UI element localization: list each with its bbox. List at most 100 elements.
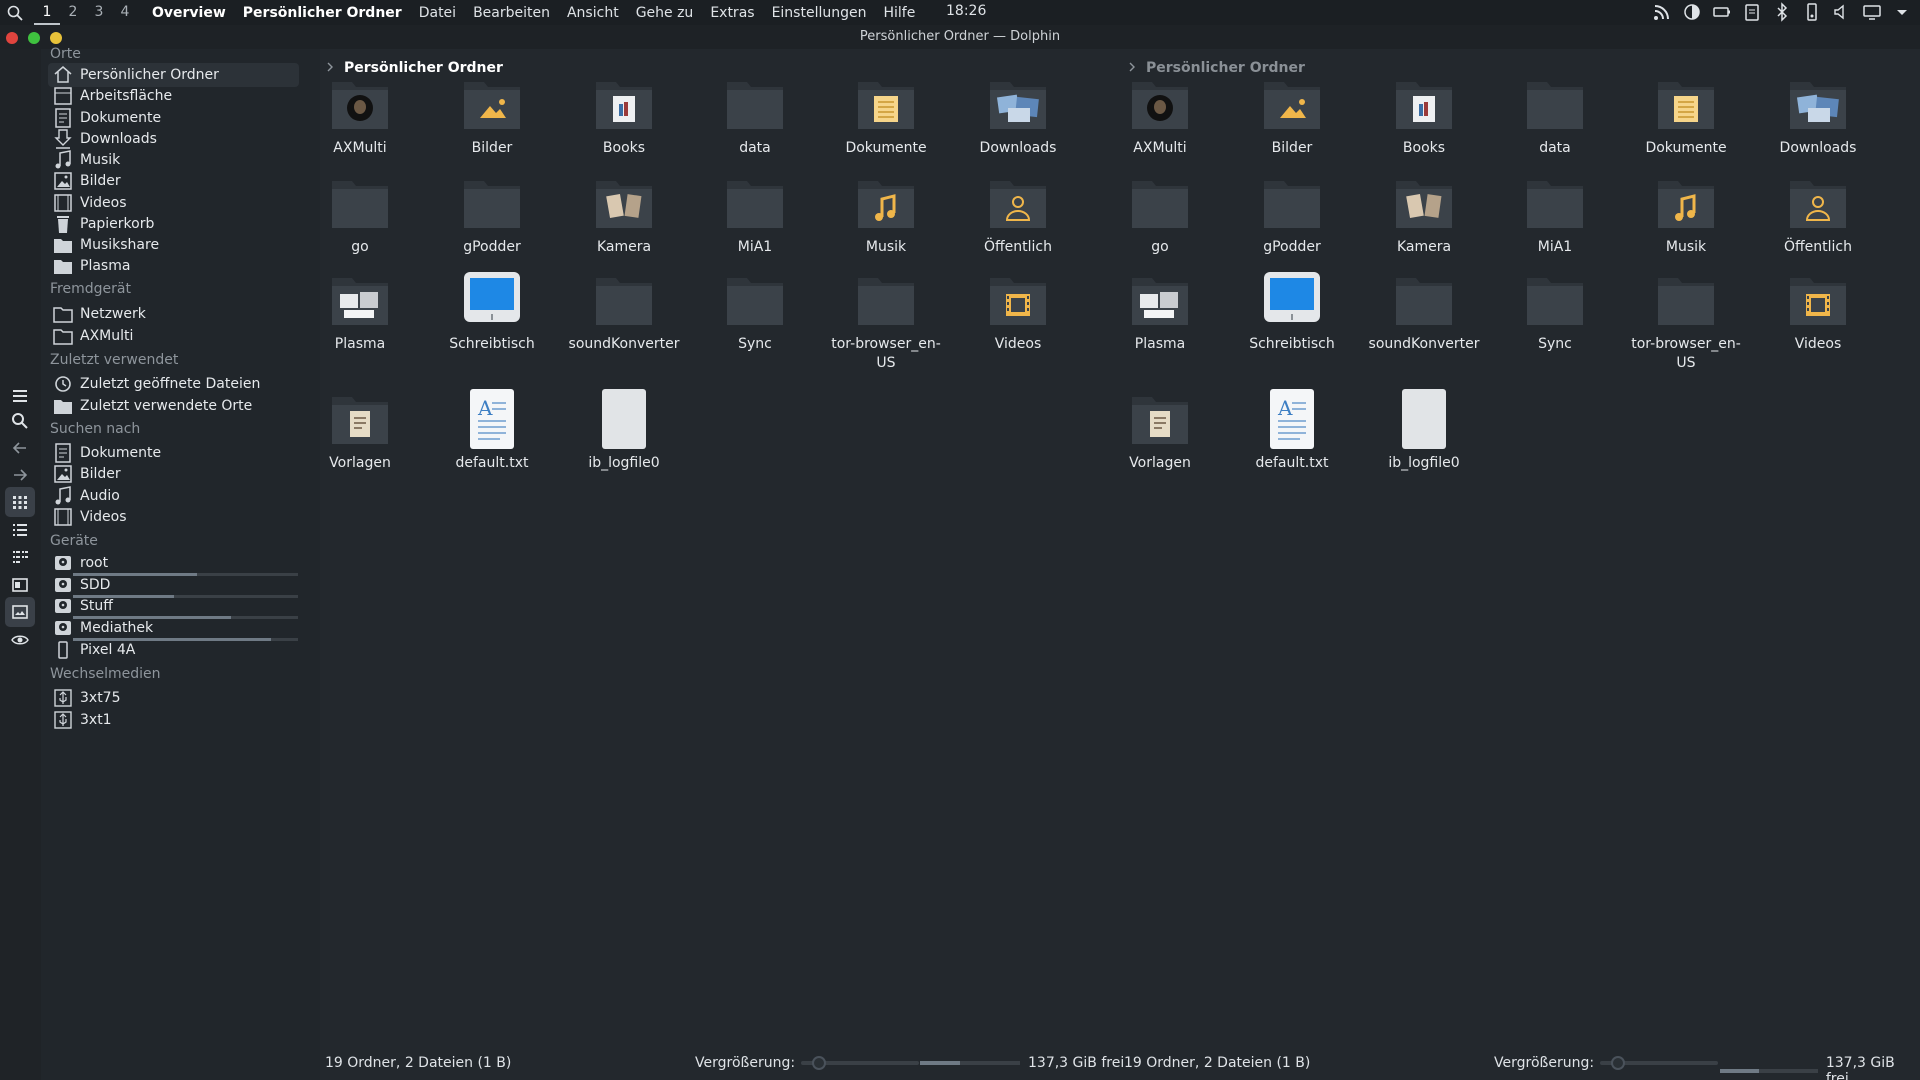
file-item[interactable]: Plasma	[298, 268, 422, 354]
zoom-slider-handle[interactable]	[811, 1056, 826, 1070]
left-pane[interactable]: Persönlicher Ordner AXMulti Bilder Books dat…	[320, 49, 1120, 1080]
compact-view-button[interactable]	[5, 542, 35, 572]
usb-device-icon[interactable]	[1802, 2, 1822, 26]
menu-item[interactable]: Hilfe	[883, 5, 915, 21]
file-item[interactable]: Books	[1362, 72, 1486, 158]
file-item[interactable]: Kamera	[562, 171, 686, 257]
file-item[interactable]: Videos	[1756, 268, 1880, 354]
file-item[interactable]: Adefault.txt	[1230, 387, 1354, 473]
menu-item[interactable]: Gehe zu	[636, 5, 694, 21]
file-item[interactable]: Dokumente	[824, 72, 948, 158]
file-item[interactable]: Musik	[824, 171, 948, 257]
file-item[interactable]: Books	[562, 72, 686, 158]
sidebar-item[interactable]: AXMulti	[48, 324, 299, 348]
sidebar-item[interactable]: Netzwerk	[48, 302, 299, 326]
file-item[interactable]: Öffentlich	[956, 171, 1080, 257]
file-item[interactable]: go	[1098, 171, 1222, 257]
zoom-slider-handle[interactable]	[1610, 1056, 1625, 1070]
file-item[interactable]: data	[1493, 72, 1617, 158]
file-item[interactable]: Öffentlich	[1756, 171, 1880, 257]
menu-item[interactable]: Bearbeiten	[473, 5, 550, 21]
file-item[interactable]: AXMulti	[298, 72, 422, 158]
back-arrow-button[interactable]	[5, 433, 35, 463]
file-item[interactable]: Musik	[1624, 171, 1748, 257]
eye-button[interactable]	[5, 625, 35, 655]
file-item[interactable]: Downloads	[956, 72, 1080, 158]
file-item[interactable]: ib_logfile0	[562, 387, 686, 473]
menu-item[interactable]: Datei	[419, 5, 456, 21]
file-item[interactable]: data	[693, 72, 817, 158]
right-pane[interactable]: Persönlicher Ordner AXMulti Bilder Books dat…	[1120, 49, 1920, 1080]
details-view-button[interactable]	[5, 515, 35, 545]
sidebar-item[interactable]: Videos	[48, 191, 299, 215]
file-item[interactable]: Sync	[1493, 268, 1617, 354]
file-item[interactable]: AXMulti	[1098, 72, 1222, 158]
file-item[interactable]: soundKonverter	[1362, 268, 1486, 354]
file-item[interactable]: tor-browser_en-US	[824, 268, 948, 373]
expand-tray-icon[interactable]	[1892, 2, 1912, 26]
file-item[interactable]: Kamera	[1362, 171, 1486, 257]
zoom-slider[interactable]	[801, 1056, 920, 1070]
file-item[interactable]: ib_logfile0	[1362, 387, 1486, 473]
sidebar-item[interactable]: root	[48, 551, 299, 575]
sidebar-item[interactable]: Bilder	[48, 169, 299, 193]
sidebar-item[interactable]: Stuff	[48, 594, 299, 618]
battery-icon[interactable]	[1712, 2, 1732, 26]
file-item[interactable]: soundKonverter	[562, 268, 686, 354]
file-item[interactable]: Adefault.txt	[430, 387, 554, 473]
menu-item[interactable]: Ansicht	[567, 5, 619, 21]
file-item[interactable]: MiA1	[1493, 171, 1617, 257]
rss-icon[interactable]	[1652, 2, 1672, 26]
file-item[interactable]: Plasma	[1098, 268, 1222, 354]
clock[interactable]: 18:26	[946, 3, 986, 19]
sidebar-item[interactable]: Arbeitsfläche	[48, 84, 299, 108]
file-item[interactable]: tor-browser_en-US	[1624, 268, 1748, 373]
sidebar-item[interactable]: SDD	[48, 573, 299, 597]
sidebar-item[interactable]: Audio	[48, 484, 299, 508]
desktop-1[interactable]: 1	[34, 1, 60, 25]
file-item[interactable]: gPodder	[430, 171, 554, 257]
icons-view-button[interactable]	[5, 487, 35, 517]
sidebar-item[interactable]: Videos	[48, 505, 299, 529]
zoom-slider[interactable]	[1600, 1056, 1719, 1070]
preview-button[interactable]	[5, 570, 35, 600]
file-item[interactable]: Downloads	[1756, 72, 1880, 158]
sidebar-item[interactable]: Mediathek	[48, 616, 299, 640]
split-view-button[interactable]	[5, 597, 35, 627]
file-item[interactable]: Vorlagen	[1098, 387, 1222, 473]
desktop-2[interactable]: 2	[60, 1, 86, 25]
file-item[interactable]: Videos	[956, 268, 1080, 354]
search-icon[interactable]	[4, 3, 26, 23]
sidebar-item[interactable]: 3xt75	[48, 686, 299, 710]
file-item[interactable]: Schreibtisch	[1230, 268, 1354, 354]
desktop-4[interactable]: 4	[112, 1, 138, 25]
file-item[interactable]: gPodder	[1230, 171, 1354, 257]
sidebar-item[interactable]: Pixel 4A	[48, 638, 299, 662]
file-item[interactable]: Bilder	[1230, 72, 1354, 158]
file-item[interactable]: Vorlagen	[298, 387, 422, 473]
sidebar-item[interactable]: Bilder	[48, 462, 299, 486]
menu-item[interactable]: Einstellungen	[772, 5, 867, 21]
file-item[interactable]: Sync	[693, 268, 817, 354]
sidebar-item[interactable]: Zuletzt geöffnete Dateien	[48, 372, 299, 396]
file-item[interactable]: go	[298, 171, 422, 257]
forward-arrow-button[interactable]	[5, 460, 35, 490]
file-item[interactable]: Dokumente	[1624, 72, 1748, 158]
app-menu-title[interactable]: Persönlicher Ordner	[243, 5, 402, 21]
menu-item[interactable]: Extras	[710, 5, 754, 21]
desktop-3[interactable]: 3	[86, 1, 112, 25]
display-icon[interactable]	[1862, 2, 1882, 26]
sidebar-item[interactable]: Plasma	[48, 254, 299, 278]
clipboard-icon[interactable]	[1742, 2, 1762, 26]
file-item[interactable]: Bilder	[430, 72, 554, 158]
volume-icon[interactable]	[1832, 2, 1852, 26]
sidebar-item[interactable]: Dokumente	[48, 106, 299, 130]
overview-button[interactable]: Overview	[152, 5, 226, 21]
bluetooth-icon[interactable]	[1772, 2, 1792, 26]
file-item[interactable]: Schreibtisch	[430, 268, 554, 354]
search-button[interactable]	[5, 406, 35, 436]
file-item[interactable]: MiA1	[693, 171, 817, 257]
sidebar-item[interactable]: Zuletzt verwendete Orte	[48, 394, 299, 418]
night-color-icon[interactable]	[1682, 2, 1702, 26]
sidebar-item[interactable]: 3xt1	[48, 708, 299, 732]
